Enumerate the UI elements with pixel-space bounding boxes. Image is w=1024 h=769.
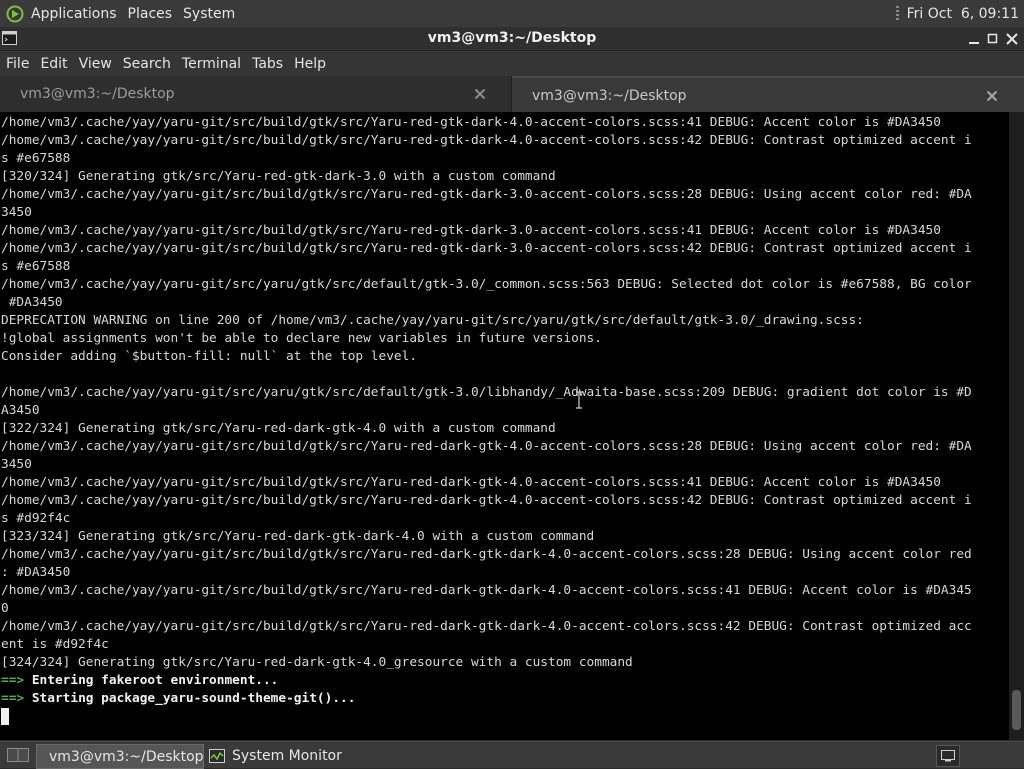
menu-terminal[interactable]: Terminal: [182, 56, 241, 72]
terminal-line: [324/324] Generating gtk/src/Yaru-red-da…: [1, 655, 633, 670]
terminal-status-line: ==> Starting package_yaru-sound-theme-gi…: [1, 690, 1009, 708]
clock[interactable]: Fri Oct 6, 09:11: [907, 6, 1019, 22]
tab-close-button[interactable]: [472, 86, 488, 102]
terminal-line: A3450: [1, 403, 40, 418]
terminal-line: 3450: [1, 457, 32, 472]
terminal-line: DEPRECATION WARNING on line 200 of /home…: [1, 313, 864, 328]
desktop-icon: [941, 750, 955, 762]
terminal-line: s #e67588: [1, 151, 71, 166]
terminal-line: ent is #d92f4c: [1, 637, 109, 652]
terminal-line: s #e67588: [1, 259, 71, 274]
taskbar-item-label: System Monitor: [232, 747, 342, 764]
terminal-menubar: File Edit View Search Terminal Tabs Help: [0, 51, 1024, 76]
terminal-line: /home/vm3/.cache/yay/yaru-git/src/yaru/g…: [1, 277, 972, 292]
terminal-line: /home/vm3/.cache/yay/yaru-git/src/build/…: [1, 133, 972, 148]
bottom-taskbar: vm3@vm3:~/Desktop System Monitor: [0, 741, 1024, 769]
terminal-line: s #d92f4c: [1, 511, 71, 526]
terminal-line: 3450: [1, 205, 32, 220]
window-titlebar[interactable]: vm3@vm3:~/Desktop: [0, 27, 1024, 51]
terminal-output[interactable]: /home/vm3/.cache/yay/yaru-git/src/build/…: [0, 112, 1009, 740]
tab-label: vm3@vm3:~/Desktop: [20, 86, 175, 102]
menu-help[interactable]: Help: [294, 56, 326, 72]
menu-tabs[interactable]: Tabs: [252, 56, 283, 72]
maximize-button[interactable]: [983, 27, 1003, 51]
terminal-line: /home/vm3/.cache/yay/yaru-git/src/build/…: [1, 619, 972, 634]
terminal-line: /home/vm3/.cache/yay/yaru-git/src/build/…: [1, 475, 941, 490]
workspace-switcher-icon[interactable]: [5, 747, 31, 763]
status-arrow: ==>: [1, 673, 25, 688]
terminal-line: [322/324] Generating gtk/src/Yaru-red-da…: [1, 421, 556, 436]
terminal-line: /home/vm3/.cache/yay/yaru-git/src/build/…: [1, 115, 941, 130]
terminal-line: /home/vm3/.cache/yay/yaru-git/src/build/…: [1, 583, 972, 598]
close-icon: [474, 88, 486, 100]
window-title: vm3@vm3:~/Desktop: [427, 30, 597, 46]
terminal-status-line: ==> Entering fakeroot environment...: [1, 672, 1009, 690]
status-arrow: ==>: [1, 691, 25, 706]
terminal-line: /home/vm3/.cache/yay/yaru-git/src/build/…: [1, 547, 972, 562]
terminal-line: /home/vm3/.cache/yay/yaru-git/src/yaru/g…: [1, 385, 972, 400]
menu-view[interactable]: View: [79, 56, 112, 72]
taskbar-item-system-monitor[interactable]: System Monitor: [204, 744, 364, 767]
terminal-line: #DA3450: [1, 295, 63, 310]
terminal-line: Consider adding `$button-fill: null` at …: [1, 349, 418, 364]
tab-label: vm3@vm3:~/Desktop: [532, 88, 687, 104]
taskbar-item-terminal[interactable]: vm3@vm3:~/Desktop: [36, 744, 204, 769]
panel-menu-applications[interactable]: Applications: [31, 6, 117, 22]
terminal-line: /home/vm3/.cache/yay/yaru-git/src/build/…: [1, 493, 972, 508]
terminal-line: 0: [1, 601, 9, 616]
close-icon: [1006, 33, 1018, 45]
terminal-cursor: [1, 708, 9, 725]
close-icon: [986, 90, 998, 102]
tab-1[interactable]: vm3@vm3:~/Desktop: [0, 76, 512, 112]
system-monitor-icon: [209, 748, 225, 763]
terminal-line: /home/vm3/.cache/yay/yaru-git/src/build/…: [1, 187, 972, 202]
top-panel: Applications Places System Fri Oct 6, 09…: [0, 0, 1024, 27]
close-window-button[interactable]: [1002, 27, 1022, 51]
distro-logo-icon[interactable]: [5, 4, 25, 24]
menu-edit[interactable]: Edit: [40, 56, 67, 72]
menu-search[interactable]: Search: [123, 56, 171, 72]
tab-close-button[interactable]: [984, 88, 1000, 104]
status-text: Starting package_yaru-sound-theme-git().…: [31, 691, 356, 706]
tab-2[interactable]: vm3@vm3:~/Desktop: [512, 76, 1024, 114]
tab-bar: vm3@vm3:~/Desktop vm3@vm3:~/Desktop: [0, 76, 1024, 114]
minimize-icon: [969, 42, 979, 44]
show-desktop-button[interactable]: [936, 745, 960, 767]
terminal-scrollbar[interactable]: [1009, 112, 1024, 740]
scrollbar-thumb[interactable]: [1012, 690, 1021, 730]
terminal-line: [323/324] Generating gtk/src/Yaru-red-da…: [1, 529, 595, 544]
status-text: Entering fakeroot environment...: [31, 673, 279, 688]
panel-menu-system[interactable]: System: [183, 6, 235, 22]
clock-area: Fri Oct 6, 09:11: [895, 0, 1019, 27]
panel-separator: [895, 5, 899, 22]
panel-menu-places[interactable]: Places: [128, 6, 173, 22]
minimize-button[interactable]: [964, 27, 984, 51]
terminal-line: /home/vm3/.cache/yay/yaru-git/src/build/…: [1, 439, 972, 454]
terminal-line: : #DA3450: [1, 565, 71, 580]
maximize-icon: [987, 33, 998, 44]
taskbar-item-label: vm3@vm3:~/Desktop: [49, 748, 204, 765]
menu-file[interactable]: File: [6, 56, 29, 72]
terminal-line: [320/324] Generating gtk/src/Yaru-red-gt…: [1, 169, 556, 184]
terminal-line: !global assignments won't be able to dec…: [1, 331, 602, 346]
mouse-ibeam-icon: [573, 391, 585, 409]
terminal-line: /home/vm3/.cache/yay/yaru-git/src/build/…: [1, 241, 972, 256]
terminal-line: /home/vm3/.cache/yay/yaru-git/src/build/…: [1, 223, 941, 238]
